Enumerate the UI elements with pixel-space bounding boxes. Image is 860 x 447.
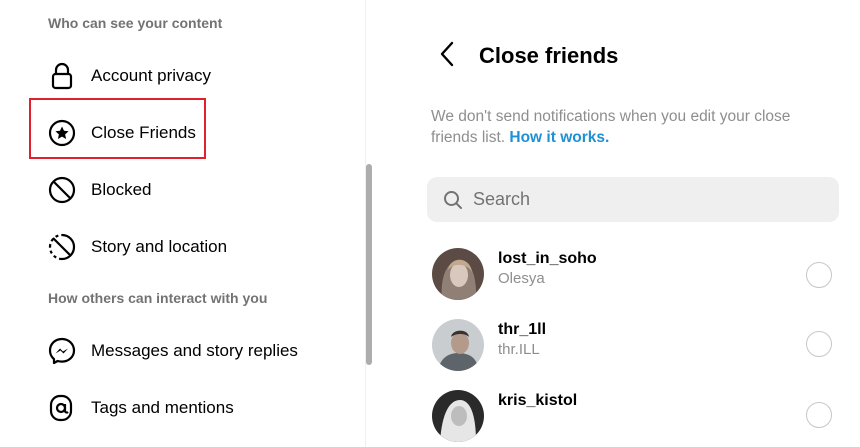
story-location-icon [48,233,76,261]
select-radio[interactable] [806,402,832,428]
chevron-left-icon [438,41,456,72]
blocked-icon [48,176,76,204]
sidebar-item-label: Account privacy [91,66,211,85]
friend-username: kris_kistol [498,392,578,409]
avatar [432,390,484,442]
at-icon [48,394,76,422]
how-it-works-link[interactable]: How it works. [509,129,609,146]
search-input[interactable] [471,188,815,211]
friend-row[interactable]: thr_1ll thr.ILL [432,319,842,371]
sidebar-item-tags-mentions[interactable]: Tags and mentions [48,388,234,428]
sidebar-item-label: Tags and mentions [91,398,234,417]
sidebar-item-messages[interactable]: Messages and story replies [48,331,298,371]
sidebar-scrollbar[interactable] [366,164,372,365]
friend-fullname: thr.ILL [498,341,540,358]
info-note-text: We don't send notifications when you edi… [431,108,791,146]
avatar [432,248,484,300]
back-button[interactable] [435,41,459,72]
page-title: Close friends [479,43,619,68]
friend-fullname: Olesya [498,270,545,287]
sidebar-item-label: Messages and story replies [91,341,298,360]
search-bar[interactable] [427,177,839,222]
settings-sidebar: Who can see your content Account privacy… [0,0,366,447]
friend-username: thr_1ll [498,321,547,338]
highlight-box [29,98,206,159]
sidebar-item-blocked[interactable]: Blocked [48,170,151,210]
select-radio[interactable] [806,262,832,288]
friend-row[interactable]: lost_in_soho Olesya [432,248,842,300]
sidebar-item-account-privacy[interactable]: Account privacy [48,56,211,96]
lock-icon [48,62,76,90]
messenger-icon [48,337,76,365]
info-note: We don't send notifications when you edi… [431,106,841,148]
avatar [432,319,484,371]
sidebar-item-label: Story and location [91,237,228,256]
friend-row[interactable]: kris_kistol [432,390,842,442]
search-icon [443,190,463,210]
sidebar-item-label: Blocked [91,180,152,199]
sidebar-item-story-location[interactable]: Story and location [48,227,227,267]
section-header-who-can-see: Who can see your content [48,15,223,31]
section-header-interactions: How others can interact with you [48,290,268,306]
friend-username: lost_in_soho [498,250,597,267]
select-radio[interactable] [806,331,832,357]
